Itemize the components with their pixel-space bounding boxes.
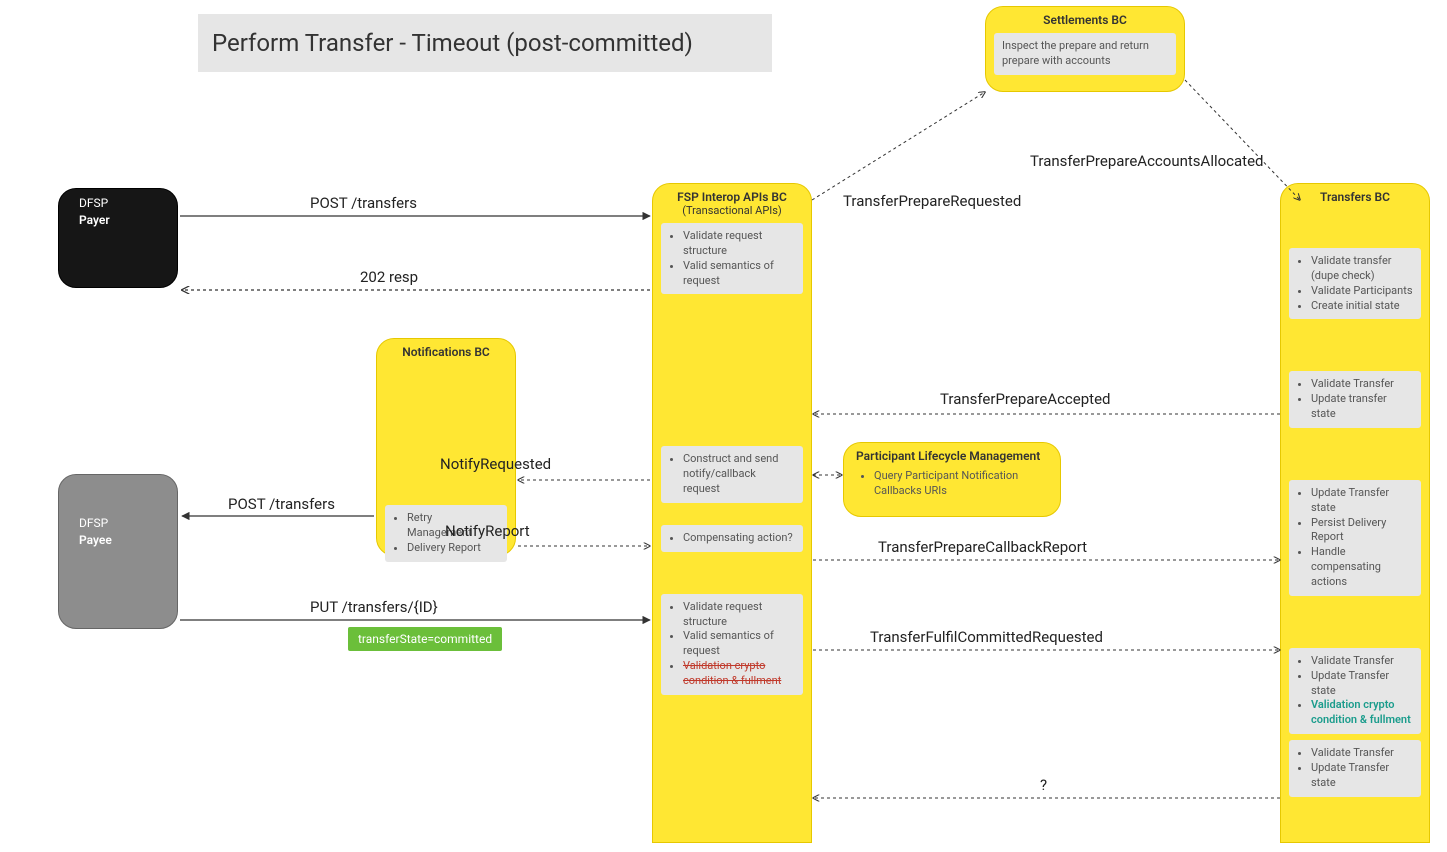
label-post-transfers: POST /transfers <box>310 194 417 212</box>
fsp-note-a: Validate request structure Valid semanti… <box>661 223 803 294</box>
label-transfer-prepare-callback-report: TransferPrepareCallbackReport <box>878 538 1087 556</box>
transfers-header: Transfers BC <box>1281 184 1429 204</box>
transfers-note-a: Validate transfer (dupe check) Validate … <box>1289 248 1421 319</box>
participant-lifecycle: Participant Lifecycle Management Query P… <box>843 442 1061 517</box>
dfsp-payee-label: DFSP Payee <box>59 475 177 549</box>
label-question: ? <box>1040 776 1047 794</box>
label-transfer-prepare-requested: TransferPrepareRequested <box>843 192 1021 210</box>
fsp-note-b: Construct and send notify/callback reque… <box>661 446 803 503</box>
fsp-interop-bc: FSP Interop APIs BC (Transactional APIs)… <box>652 183 812 843</box>
settlements-bc: Settlements BC Inspect the prepare and r… <box>985 6 1185 92</box>
label-transfer-prepare-accepted: TransferPrepareAccepted <box>940 390 1110 408</box>
fsp-header: FSP Interop APIs BC <box>653 184 811 204</box>
settlements-header: Settlements BC <box>986 7 1184 27</box>
fsp-note-c: Compensating action? <box>661 525 803 552</box>
plm-header: Participant Lifecycle Management <box>844 443 1060 463</box>
fsp-subheader: (Transactional APIs) <box>653 204 811 217</box>
notifications-header: Notifications BC <box>377 339 515 359</box>
plm-note: Query Participant Notification Callbacks… <box>852 463 1052 505</box>
label-transfer-prepare-accounts-allocated: TransferPrepareAccountsAllocated <box>1030 152 1264 170</box>
transfer-state-badge: transferState=committed <box>348 627 502 651</box>
fsp-note-d: Validate request structure Valid semanti… <box>661 594 803 695</box>
dfsp-payer: DFSP Payer <box>58 188 178 288</box>
label-transfer-fulfil-committed-requested: TransferFulfilCommittedRequested <box>870 628 1103 646</box>
transfers-note-b: Validate Transfer Update transfer state <box>1289 371 1421 428</box>
label-notify-requested: NotifyRequested <box>440 455 551 473</box>
transfers-note-c: Update Transfer state Persist Delivery R… <box>1289 480 1421 596</box>
settlements-note: Inspect the prepare and return prepare w… <box>994 33 1176 75</box>
label-put-transfers-id: PUT /transfers/{ID} <box>310 598 438 616</box>
label-notify-report: NotifyReport <box>445 522 530 540</box>
diagram-stage: Perform Transfer - Timeout (post-committ… <box>0 0 1447 852</box>
transfers-note-d: Validate Transfer Update Transfer state … <box>1289 648 1421 734</box>
dfsp-payee: DFSP Payee <box>58 474 178 629</box>
diagram-title: Perform Transfer - Timeout (post-committ… <box>198 14 772 72</box>
transfers-bc: Transfers BC Validate transfer (dupe che… <box>1280 183 1430 843</box>
dfsp-payer-label: DFSP Payer <box>59 189 177 229</box>
label-202-resp: 202 resp <box>360 268 418 286</box>
label-post-transfers-2: POST /transfers <box>228 495 335 513</box>
transfers-note-e: Validate Transfer Update Transfer state <box>1289 740 1421 797</box>
